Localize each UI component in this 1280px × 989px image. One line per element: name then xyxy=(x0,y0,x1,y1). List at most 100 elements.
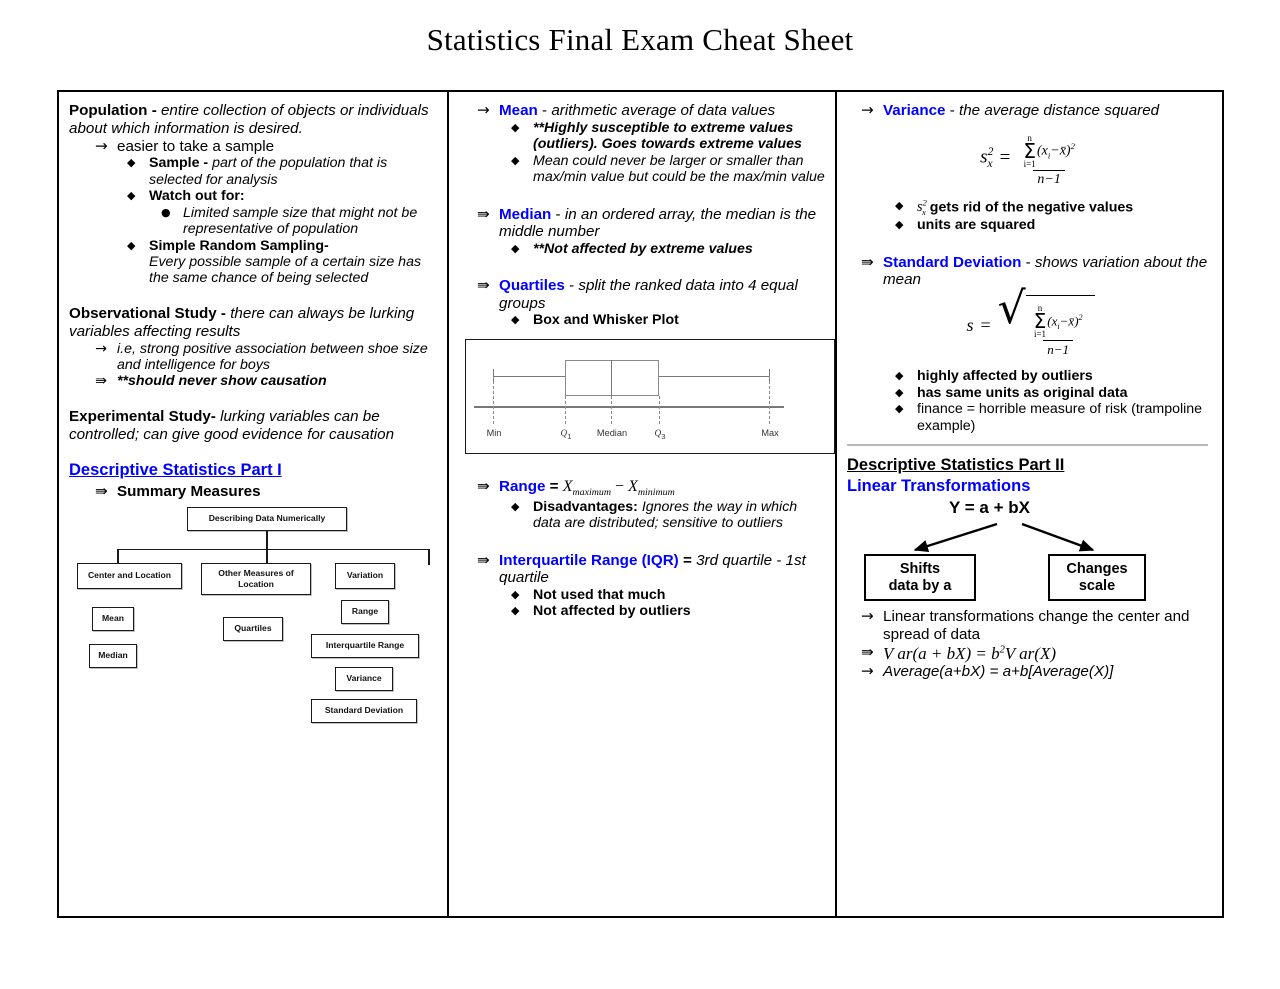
arrow-double-icon: ⇛ xyxy=(477,276,490,295)
observational-point-2-label: **should never show causation xyxy=(117,373,327,390)
flowchart-root-box: Describing Data Numerically xyxy=(187,506,347,531)
flowchart-leaf-mean: Mean xyxy=(92,606,134,631)
boxplot-dropline-q1 xyxy=(565,395,566,424)
stdev-bullet-3-label: finance = horrible measure of risk (tram… xyxy=(917,401,1203,434)
boxplot-label-q3-sub: 3 xyxy=(661,431,666,441)
column-1: Population - entire collection of object… xyxy=(59,92,449,916)
variance-formula-lhs-sup: 2 xyxy=(987,144,994,158)
range-term: Range xyxy=(499,477,546,495)
dot-bullet-icon: ● xyxy=(161,205,171,219)
iqr-bullet-2: ◆ Not affected by outliers xyxy=(511,603,827,619)
diamond-bullet-icon: ◆ xyxy=(127,156,136,170)
stdev-sum-lower: i=1 xyxy=(1033,329,1047,340)
experimental-study-block: Experimental Study- lurking variables ca… xyxy=(69,408,439,444)
diamond-bullet-icon: ◆ xyxy=(895,402,904,416)
population-dash: - xyxy=(147,102,161,119)
arrow-double-icon: ⇛ xyxy=(477,204,490,223)
quartiles-dash: - xyxy=(564,277,579,295)
srs-item: ◆ Simple Random Sampling- Every possible … xyxy=(127,238,439,287)
stdev-bullet-1: ◆ highly affected by outliers xyxy=(895,368,1214,384)
stdev-bullet-2-label: has same units as original data xyxy=(917,384,1128,401)
arrow-double-icon: ⇛ xyxy=(95,482,108,501)
describing-data-flowchart: Describing Data Numerically Center and L… xyxy=(77,506,447,742)
iqr-equals: = xyxy=(678,551,697,569)
flow-line xyxy=(117,548,429,551)
variance-term: Variance xyxy=(883,102,946,119)
arrow-single-icon: → xyxy=(477,101,490,119)
shifts-data-box: Shifts data by a xyxy=(864,554,976,602)
limited-sample-label: Limited sample size that might not be re… xyxy=(183,204,418,238)
population-block: Population - entire collection of object… xyxy=(69,102,439,138)
variance-num-open: (x xyxy=(1036,144,1048,160)
diamond-bullet-icon: ◆ xyxy=(895,218,904,232)
variance-dash: - xyxy=(945,102,959,119)
flowchart-leaf-quartiles: Quartiles xyxy=(223,616,283,641)
arrow-single-icon: → xyxy=(95,136,108,155)
diamond-bullet-icon: ◆ xyxy=(511,587,520,601)
quartiles-term: Quartiles xyxy=(499,277,565,295)
diamond-bullet-icon: ◆ xyxy=(511,499,520,513)
median-term: Median xyxy=(499,205,552,223)
linear-point-2: ⇛ V ar(a + bX) = b2V ar(X) xyxy=(861,643,1214,664)
flowchart-leaf-iqr: Interquartile Range xyxy=(311,633,419,658)
section-divider xyxy=(847,443,1208,446)
descriptive-part2-heading: Descriptive Statistics Part II xyxy=(847,455,1065,474)
flow-line xyxy=(428,548,430,565)
arrow-double-icon: ⇛ xyxy=(95,373,107,390)
stdev-formula: s = √ n Σ i=1 (xi−x̄)2 n−1 xyxy=(847,287,1214,358)
sample-dash: - xyxy=(199,155,213,172)
stdev-dash: - xyxy=(1021,253,1035,271)
flowchart-leaf-variance: Variance xyxy=(335,666,393,691)
flowchart-leaf-range: Range xyxy=(341,599,389,624)
median-dash: - xyxy=(551,205,565,223)
experimental-term: Experimental Study- xyxy=(69,407,216,425)
range-bullet-1-bold: Disadvantages: xyxy=(533,498,638,515)
iqr-bullet-2-label: Not affected by outliers xyxy=(533,603,691,620)
summary-measures-point: ⇛ Summary Measures xyxy=(95,483,439,501)
quartiles-bullet-1: ◆ Box and Whisker Plot xyxy=(511,312,827,328)
variance-bullet-2: ◆ units are squared xyxy=(895,217,1214,233)
sample-item: ◆ Sample - part of the population that i… xyxy=(127,155,439,188)
flowchart-leaf-median: Median xyxy=(89,643,137,668)
boxplot-label-max: Max xyxy=(761,427,779,438)
mean-bullet-2-label: Mean could never be larger or smaller th… xyxy=(533,152,825,186)
arrow-single-icon: → xyxy=(861,607,874,626)
mean-term: Mean xyxy=(499,102,538,119)
arrow-single-icon: → xyxy=(95,340,107,357)
variance-bullet-1-text: gets rid of the negative values xyxy=(925,199,1134,216)
diamond-bullet-icon: ◆ xyxy=(511,120,520,134)
boxplot-label-q1: Q1 xyxy=(561,428,572,441)
changes-scale-line1: Changes xyxy=(1066,560,1128,577)
range-item: ⇛ Range = Xmaximum − Xminimum xyxy=(477,477,827,499)
quartiles-bullet-1-label: Box and Whisker Plot xyxy=(533,312,679,329)
mean-bullet-2: ◆ Mean could never be larger or smaller … xyxy=(511,153,827,186)
variance-num-mid: −x̄) xyxy=(1050,144,1071,160)
linear-point-2-var: V ar(a + bX) = b xyxy=(883,643,1000,663)
mean-definition: arithmetic average of data values xyxy=(551,102,776,119)
median-bullet-1: ◆ **Not affected by extreme values xyxy=(511,241,827,257)
variance-bullet-1: ◆ s2x gets rid of the negative values xyxy=(895,198,1214,218)
population-term: Population xyxy=(69,102,148,119)
stdev-num-mid: −x̄) xyxy=(1059,312,1079,328)
flow-line xyxy=(266,530,268,549)
iqr-bullet-1-label: Not used that much xyxy=(533,586,666,603)
observational-point-2: ⇛ **should never show causation xyxy=(95,373,439,389)
boxplot-dropline-max xyxy=(769,375,770,424)
arrow-single-icon: → xyxy=(861,101,874,119)
stdev-formula-equals: = xyxy=(980,315,991,336)
variance-formula: s2x = n Σ i=1 (xi−x̄)2 n−1 xyxy=(980,132,1075,187)
variance-formula-lhs-sub: x xyxy=(987,156,993,170)
watch-out-item: ◆ Watch out for: xyxy=(127,188,439,204)
variance-formula-equals: = xyxy=(999,146,1011,168)
linear-transformation-diagram: Y = a + bX Shifts data by a Changes scale xyxy=(857,498,1197,608)
descriptive-part1-heading[interactable]: Descriptive Statistics Part I xyxy=(69,461,282,479)
boxplot-left-whisker xyxy=(493,375,566,378)
shifts-data-line2: data by a xyxy=(888,577,952,594)
summary-measures-label: Summary Measures xyxy=(117,483,261,501)
boxplot-label-median: Median xyxy=(596,427,628,438)
diamond-bullet-icon: ◆ xyxy=(127,189,136,203)
linear-transformations-subheading: Linear Transformations xyxy=(847,476,1031,495)
variance-item: → Variance - the average distance square… xyxy=(861,101,1214,120)
boxplot-axis-line xyxy=(474,405,784,408)
box-whisker-plot-figure: Min Q1 Median Q3 Max xyxy=(465,338,835,454)
